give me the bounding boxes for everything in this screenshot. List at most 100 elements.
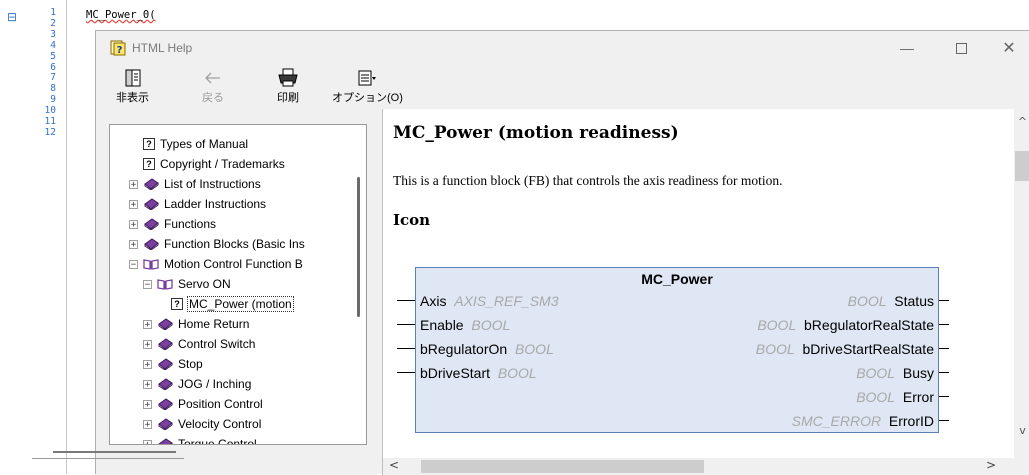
- tree-item-label: Copyright / Trademarks: [160, 157, 285, 171]
- tree-item-label: Function Blocks (Basic Ins: [164, 237, 305, 251]
- options-button[interactable]: オプション(O): [332, 67, 403, 105]
- fb-output-pin: SMC_ERROR ErrorID: [792, 411, 934, 431]
- tree-item-label: JOG / Inching: [178, 377, 252, 391]
- options-label: オプション(O): [332, 92, 403, 104]
- scroll-right-icon[interactable]: >: [986, 458, 996, 472]
- book-icon: [158, 358, 173, 370]
- input-wire: [397, 348, 415, 349]
- title-bar[interactable]: ? HTML Help — ✕: [96, 31, 1029, 65]
- tree-item[interactable]: + Control Switch: [143, 334, 255, 354]
- back-button[interactable]: 戻る: [202, 67, 224, 105]
- tree-item[interactable]: − Servo ON: [143, 274, 231, 294]
- pin-name: Error: [902, 389, 934, 405]
- tree-item[interactable]: + Functions: [129, 214, 216, 234]
- gutter-separator: [66, 0, 67, 474]
- expand-icon[interactable]: +: [143, 419, 152, 429]
- tree-item-label: Torque Control: [178, 437, 257, 445]
- tree-item[interactable]: + Stop: [143, 354, 203, 374]
- topic-content: MC_Power (motion readiness) This is a fu…: [382, 109, 1029, 475]
- nav-horizontal-scroll-thumb[interactable]: [53, 451, 176, 453]
- nav-bottom-edge: [32, 458, 184, 459]
- pin-name: bDriveStartRealState: [802, 341, 934, 357]
- pin-type: BOOL: [856, 365, 896, 381]
- tree-item[interactable]: ? Types of Manual: [143, 134, 248, 154]
- collapse-icon[interactable]: −: [129, 259, 138, 269]
- expand-icon[interactable]: +: [129, 179, 138, 189]
- tree-item[interactable]: ? Copyright / Trademarks: [143, 154, 285, 174]
- collapse-icon[interactable]: −: [143, 279, 152, 289]
- close-button[interactable]: ✕: [986, 35, 1029, 61]
- pin-name: Busy: [902, 365, 934, 381]
- book-icon: [158, 438, 173, 444]
- scroll-down-icon[interactable]: v: [1014, 424, 1029, 437]
- print-button[interactable]: 印刷: [277, 67, 299, 105]
- hide-label: 非表示: [116, 92, 149, 104]
- nav-scrollbar[interactable]: [357, 177, 360, 317]
- topic-description: This is a function block (FB) that contr…: [393, 173, 783, 188]
- fb-output-pin: BOOL Error: [856, 387, 934, 407]
- pin-type: BOOL: [497, 365, 537, 381]
- pin-name: Status: [894, 293, 934, 309]
- fold-toggle-icon[interactable]: ⊟: [7, 10, 17, 24]
- line-number: 4: [50, 39, 56, 51]
- tree-item-label: Types of Manual: [160, 137, 249, 151]
- options-icon: [357, 67, 377, 89]
- tree-item[interactable]: + JOG / Inching: [143, 374, 251, 394]
- fb-name: MC_Power: [641, 271, 713, 287]
- fb-input-pin: Enable BOOL: [420, 315, 510, 335]
- window-title: HTML Help: [132, 41, 193, 55]
- tree-item[interactable]: − Motion Control Function B: [129, 254, 303, 274]
- expand-icon[interactable]: +: [143, 339, 152, 349]
- code-line-1[interactable]: MC_Power_0(: [86, 9, 156, 21]
- tree-item[interactable]: + Function Blocks (Basic Ins: [129, 234, 305, 254]
- pin-type: BOOL: [847, 293, 887, 309]
- input-wire: [397, 324, 415, 325]
- pin-type: BOOL: [514, 341, 554, 357]
- expand-icon[interactable]: +: [143, 439, 152, 444]
- expand-icon[interactable]: +: [143, 319, 152, 329]
- scroll-up-icon[interactable]: ^: [1014, 115, 1029, 128]
- tree-item[interactable]: + List of Instructions: [129, 174, 261, 194]
- tree-item-label: Home Return: [178, 317, 250, 331]
- tree-item-label: Motion Control Function B: [164, 257, 303, 271]
- output-wire: [939, 324, 949, 325]
- fb-input-pin: Axis AXIS_REF_SM3: [420, 291, 559, 311]
- expand-icon[interactable]: +: [143, 399, 152, 409]
- topic-title: MC_Power (motion readiness): [393, 123, 679, 143]
- vertical-scroll-thumb[interactable]: [1015, 151, 1029, 181]
- hide-button[interactable]: 非表示: [116, 67, 149, 105]
- html-help-window: ? HTML Help — ✕ 非表示 戻る 印刷 オプション(O) ? Typ…: [95, 30, 1029, 475]
- tree-item-label: Control Switch: [178, 337, 256, 351]
- output-wire: [939, 372, 949, 373]
- maximize-icon: [955, 42, 967, 54]
- fb-input-pin: bRegulatorOn BOOL: [420, 339, 554, 359]
- content-horizontal-scrollbar[interactable]: < >: [383, 458, 1014, 475]
- expand-icon[interactable]: +: [129, 239, 138, 249]
- expand-icon[interactable]: +: [143, 359, 152, 369]
- tree-item[interactable]: + Position Control: [143, 394, 263, 414]
- hide-pane-icon: [123, 67, 143, 89]
- book-icon: [158, 318, 173, 330]
- horizontal-scroll-thumb[interactable]: [421, 460, 704, 473]
- fb-output-pin: BOOL Busy: [856, 363, 934, 383]
- toolbar: 非表示 戻る 印刷 オプション(O): [96, 67, 1029, 107]
- expand-icon[interactable]: +: [129, 219, 138, 229]
- open-book-icon: [143, 259, 159, 270]
- tree-item[interactable]: + Torque Control: [143, 434, 257, 445]
- scroll-left-icon[interactable]: <: [389, 458, 399, 472]
- maximize-button[interactable]: [938, 35, 984, 61]
- book-icon: [158, 378, 173, 390]
- tree-item[interactable]: + Ladder Instructions: [129, 194, 266, 214]
- tree-item[interactable]: ? MC_Power (motion: [171, 294, 294, 314]
- tree-item[interactable]: + Home Return: [143, 314, 249, 334]
- output-wire: [939, 396, 949, 397]
- contents-tree[interactable]: ? Types of Manual? Copyright / Trademarks +…: [109, 124, 367, 445]
- pin-type: BOOL: [471, 317, 511, 333]
- tree-item[interactable]: + Velocity Control: [143, 414, 261, 434]
- back-label: 戻る: [202, 92, 224, 104]
- content-vertical-scrollbar[interactable]: ^ v: [1014, 109, 1029, 475]
- expand-icon[interactable]: +: [129, 199, 138, 209]
- expand-icon[interactable]: +: [143, 379, 152, 389]
- output-wire: [939, 420, 949, 421]
- minimize-button[interactable]: —: [884, 35, 930, 61]
